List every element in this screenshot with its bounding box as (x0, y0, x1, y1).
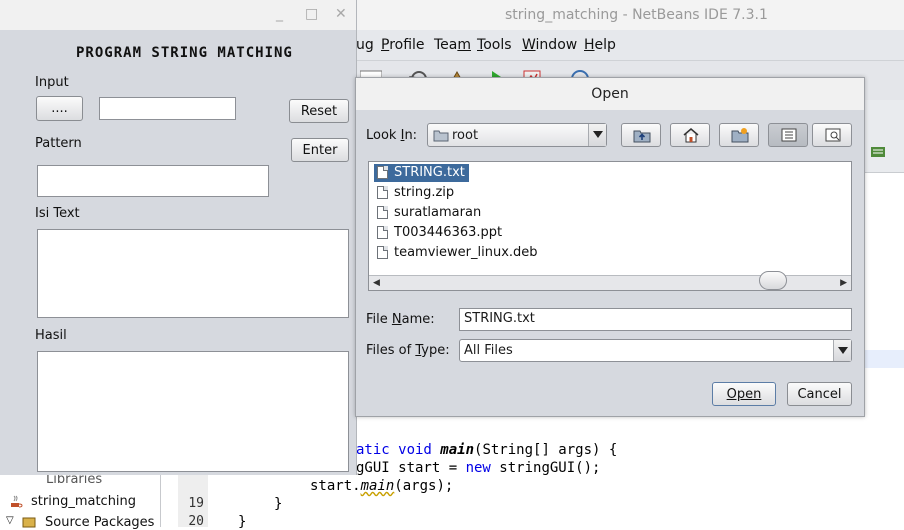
home-button[interactable] (670, 123, 710, 147)
file-name-field[interactable]: STRING.txt (459, 308, 852, 331)
file-item[interactable]: suratlamaran (374, 204, 485, 222)
open-button[interactable]: Open (712, 382, 776, 406)
look-in-label: Look In: (366, 128, 418, 143)
list-view-icon (781, 128, 797, 142)
file-icon (377, 206, 388, 219)
file-icon (377, 166, 388, 179)
code-line-close2: } (238, 514, 247, 530)
folder-icon (433, 130, 449, 142)
editor-toolbar-strip (864, 100, 904, 173)
menu-profile[interactable]: Profile (381, 37, 425, 53)
maximize-icon[interactable]: □ (305, 6, 318, 22)
pattern-field[interactable] (37, 165, 269, 197)
cancel-button[interactable]: Cancel (787, 382, 852, 406)
file-icon (377, 186, 388, 199)
new-folder-icon (731, 128, 749, 143)
file-item-selected[interactable]: STRING.txt (374, 164, 469, 182)
scrollbar-thumb[interactable] (759, 271, 787, 290)
netbeans-title: string_matching - NetBeans IDE 7.3.1 (505, 7, 768, 23)
file-list-scrollbar[interactable]: ◀ ▶ (369, 271, 851, 290)
code-editor[interactable]: atic void main(String[] args) { gGUI sta… (238, 418, 904, 530)
pattern-label: Pattern (35, 136, 82, 151)
details-view-icon (825, 128, 841, 142)
hasil-label: Hasil (35, 328, 67, 343)
isi-text-area[interactable] (37, 229, 349, 318)
dialog-title: Open (356, 78, 864, 110)
details-view-button[interactable] (812, 123, 852, 147)
file-item[interactable]: T003446363.ppt (374, 224, 506, 242)
editor-highlight-line (864, 350, 904, 368)
menu-tools[interactable]: Tools (477, 37, 512, 53)
scroll-right-icon[interactable]: ▶ (840, 278, 847, 288)
files-of-type-value: All Files (464, 343, 513, 358)
editor-tool-icon[interactable] (870, 144, 886, 160)
tree-item-source-packages[interactable]: Source Packages (45, 515, 154, 530)
files-of-type-combo[interactable]: All Files (459, 339, 852, 362)
list-view-button[interactable] (768, 123, 808, 147)
file-name-label: File Name: (366, 312, 435, 327)
code-line-start: start.main(args); (310, 478, 454, 494)
java-project-icon (11, 495, 23, 508)
enter-button[interactable]: Enter (291, 138, 349, 162)
browse-button[interactable]: .... (36, 96, 83, 121)
app-heading: PROGRAM STRING MATCHING (76, 45, 293, 61)
line-number: 19 (188, 496, 204, 511)
scroll-left-icon[interactable]: ◀ (373, 278, 380, 288)
open-file-dialog: Open Look In: root STRING.txt string.zip… (355, 77, 865, 417)
up-one-level-button[interactable] (621, 123, 661, 147)
string-matching-window: _ □ ✕ PROGRAM STRING MATCHING Input ....… (0, 0, 357, 475)
menu-window[interactable]: Window (522, 37, 577, 53)
input-label: Input (35, 75, 69, 90)
tree-expand-icon[interactable]: ▽ (6, 515, 14, 526)
code-line-main: atic void main(String[] args) { (356, 442, 618, 458)
file-item[interactable]: teamviewer_linux.deb (374, 244, 542, 262)
home-icon (683, 128, 699, 143)
close-icon[interactable]: ✕ (335, 6, 347, 22)
look-in-value: root (452, 128, 479, 143)
files-of-type-label: Files of Type: (366, 343, 450, 358)
hasil-text-area[interactable] (37, 351, 349, 472)
file-item[interactable]: string.zip (374, 184, 458, 202)
files-of-type-dropdown-arrow[interactable] (833, 340, 851, 361)
look-in-combo[interactable]: root (427, 123, 607, 147)
reset-button[interactable]: Reset (289, 99, 349, 123)
file-list[interactable]: STRING.txt string.zip suratlamaran T0034… (368, 161, 852, 291)
menu-help[interactable]: Help (584, 37, 616, 53)
package-icon (22, 517, 36, 528)
project-tree: Libraries string_matching ▽ Source Packa… (0, 470, 161, 530)
minimize-icon[interactable]: _ (276, 6, 283, 22)
code-line-new: gGUI start = new stringGUI(); (356, 460, 601, 476)
input-field[interactable] (99, 97, 236, 120)
code-line-close1: } (274, 496, 283, 512)
look-in-dropdown-arrow[interactable] (588, 124, 606, 146)
isi-text-label: Isi Text (35, 206, 80, 221)
menu-profile-rest: rofile (389, 37, 425, 53)
file-icon (377, 246, 388, 259)
app-titlebar: _ □ ✕ (0, 0, 356, 30)
menu-team[interactable]: Team (434, 37, 471, 53)
tree-item-project[interactable]: string_matching (31, 494, 136, 509)
line-number-gutter: 19 20 (178, 470, 208, 529)
up-folder-icon (633, 130, 651, 143)
netbeans-menubar: ug Profile Team Tools Window Help (356, 30, 904, 61)
file-icon (377, 226, 388, 239)
new-folder-button[interactable] (719, 123, 759, 147)
menu-debug[interactable]: ug (356, 37, 374, 53)
